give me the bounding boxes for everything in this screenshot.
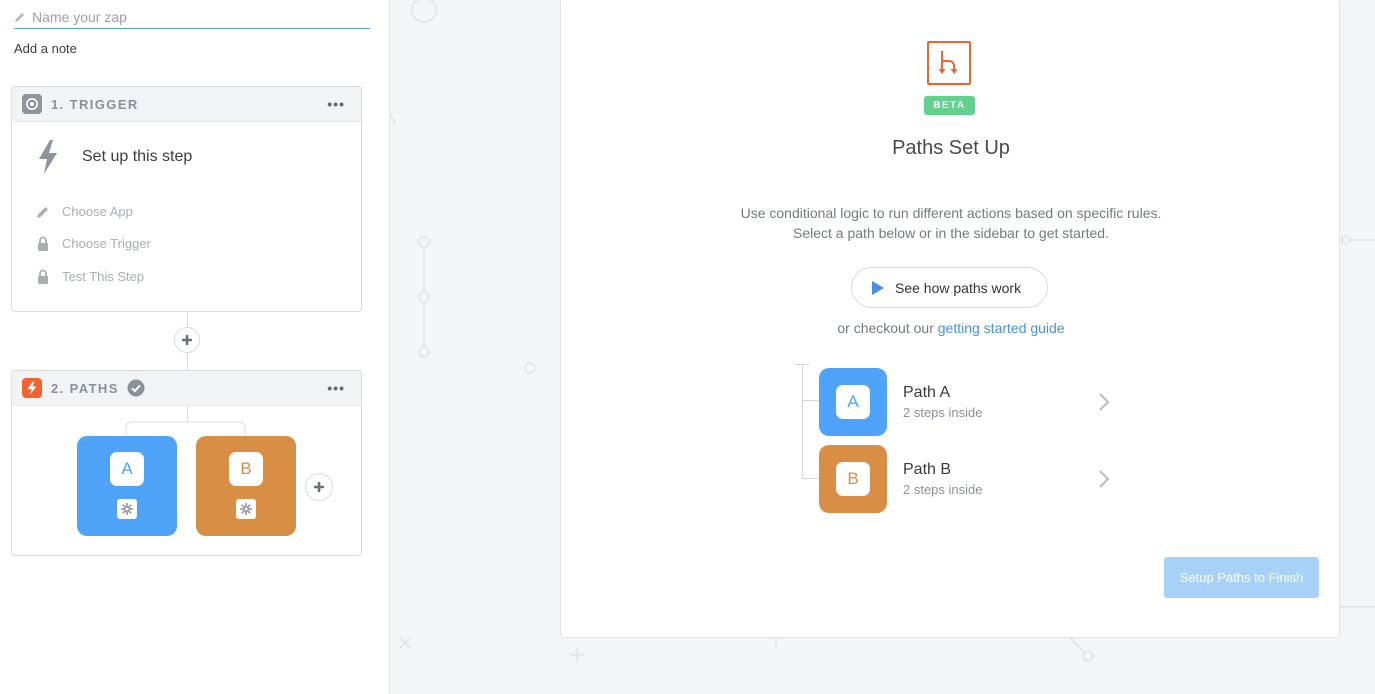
lock-icon <box>38 236 48 251</box>
path-b-icon: B <box>819 445 887 513</box>
plus-icon <box>314 482 324 492</box>
choose-app-label: Choose App <box>62 204 133 219</box>
choose-app-step[interactable]: Choose App <box>36 204 133 219</box>
checkout-text: or checkout our getting started guide <box>561 320 1341 336</box>
paths-logo <box>927 41 971 85</box>
add-step-button[interactable] <box>174 327 200 353</box>
path-a-tile[interactable]: A <box>77 436 177 536</box>
description-line-2: Select a path below or in the sidebar to… <box>793 225 1109 241</box>
pencil-icon <box>15 13 24 22</box>
chevron-right-icon <box>1099 470 1110 488</box>
beta-badge: BETA <box>924 96 975 115</box>
zap-editor-sidebar: Add a note 1. TRIGGER ••• Set up this st… <box>0 0 390 694</box>
branch-icon <box>938 51 958 74</box>
choose-trigger-step: Choose Trigger <box>36 236 151 251</box>
tree-line <box>802 364 803 478</box>
choose-trigger-label: Choose Trigger <box>62 236 151 251</box>
tree-line <box>802 400 819 401</box>
trigger-app-icon <box>22 94 42 114</box>
setup-paths-finish-button[interactable]: Setup Paths to Finish <box>1164 557 1319 598</box>
check-circle-icon <box>127 379 145 397</box>
see-how-paths-work-label: See how paths work <box>895 279 1022 296</box>
paths-app-icon <box>22 378 42 398</box>
zap-name-field <box>14 6 370 29</box>
paths-card-header[interactable]: 2. PATHS ••• <box>12 371 361 406</box>
path-a-letter: A <box>836 385 870 419</box>
play-icon <box>872 280 884 295</box>
path-b-tile[interactable]: B <box>196 436 296 536</box>
path-a-row[interactable]: A Path A 2 steps inside <box>819 368 1119 436</box>
trigger-card-title: 1. TRIGGER <box>51 96 139 112</box>
paths-card-title: 2. PATHS <box>51 380 119 396</box>
path-a-icon: A <box>819 368 887 436</box>
path-b-steps: 2 steps inside <box>903 482 983 497</box>
setup-step-title: Set up this step <box>82 148 193 165</box>
paths-setup-panel: BETA Paths Set Up Use conditional logic … <box>560 0 1340 638</box>
see-how-paths-work-button[interactable]: See how paths work <box>851 267 1048 308</box>
trigger-menu-icon[interactable]: ••• <box>327 96 345 112</box>
paths-step-card[interactable]: 2. PATHS ••• A B <box>11 370 362 556</box>
zap-name-input[interactable] <box>32 9 352 25</box>
lightning-icon <box>39 140 57 174</box>
path-a-name: Path A <box>903 384 951 401</box>
pencil-icon <box>37 206 48 218</box>
getting-started-guide-link[interactable]: getting started guide <box>938 320 1065 336</box>
add-note-link[interactable]: Add a note <box>14 41 77 56</box>
setup-step-row[interactable]: Set up this step <box>36 139 192 175</box>
path-b-letter: B <box>836 462 870 496</box>
trigger-step-card[interactable]: 1. TRIGGER ••• Set up this step Choose A… <box>11 86 362 312</box>
lock-icon <box>38 269 48 284</box>
panel-title: Paths Set Up <box>892 137 1010 159</box>
description-line-1: Use conditional logic to run different a… <box>740 205 1162 221</box>
trigger-card-header[interactable]: 1. TRIGGER ••• <box>12 87 361 122</box>
path-b-letter: B <box>229 452 263 486</box>
add-path-button[interactable] <box>305 473 333 501</box>
chevron-right-icon <box>1099 393 1110 411</box>
gear-icon <box>117 499 137 519</box>
path-b-row[interactable]: B Path B 2 steps inside <box>819 445 1119 513</box>
checkout-prefix: or checkout our <box>837 320 938 336</box>
path-a-letter: A <box>110 452 144 486</box>
path-a-steps: 2 steps inside <box>903 405 983 420</box>
path-b-name: Path B <box>903 461 952 478</box>
gear-icon <box>236 499 256 519</box>
tree-line <box>802 478 819 479</box>
paths-menu-icon[interactable]: ••• <box>327 380 345 396</box>
test-step-label: Test This Step <box>62 269 145 284</box>
test-step: Test This Step <box>36 269 144 284</box>
plus-icon <box>182 335 192 345</box>
paths-branch-lines <box>125 406 246 436</box>
